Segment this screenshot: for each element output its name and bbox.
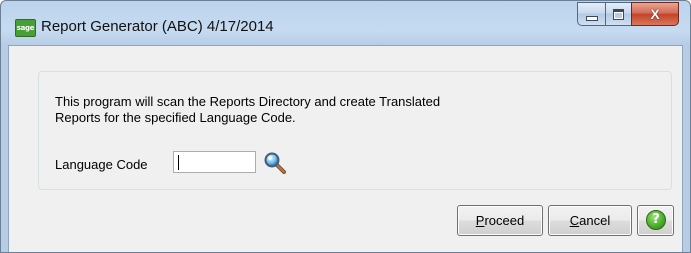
help-button[interactable]: ? bbox=[637, 205, 674, 236]
proceed-button[interactable]: Proceed bbox=[457, 205, 543, 236]
description-line-2: Reports for the specified Language Code. bbox=[55, 110, 296, 125]
magnifier-icon bbox=[264, 152, 286, 174]
language-code-input[interactable] bbox=[173, 151, 256, 173]
sage-app-icon: sage bbox=[15, 19, 36, 37]
proceed-label: roceed bbox=[484, 213, 525, 228]
button-bar: Proceed Cancel ? bbox=[457, 205, 674, 236]
description-line-1: This program will scan the Reports Direc… bbox=[55, 94, 441, 109]
lookup-button[interactable] bbox=[263, 151, 287, 175]
options-group: This program will scan the Reports Direc… bbox=[38, 71, 672, 190]
dialog-body: This program will scan the Reports Direc… bbox=[8, 45, 683, 252]
close-button[interactable]: X bbox=[631, 2, 679, 26]
cancel-accelerator: C bbox=[569, 213, 580, 228]
language-code-label: Language Code bbox=[55, 157, 148, 172]
description-text: This program will scan the Reports Direc… bbox=[55, 94, 440, 126]
cancel-label: ancel bbox=[579, 213, 611, 228]
maximize-button[interactable] bbox=[605, 2, 631, 26]
minimize-icon bbox=[586, 16, 598, 21]
dialog-window: sage Report Generator (ABC) 4/17/2014 X … bbox=[0, 0, 691, 253]
close-icon: X bbox=[650, 6, 660, 22]
caption-buttons: X bbox=[577, 2, 679, 26]
help-icon: ? bbox=[646, 210, 666, 230]
minimize-button[interactable] bbox=[577, 2, 605, 26]
maximize-icon bbox=[613, 9, 624, 20]
window-title: Report Generator (ABC) 4/17/2014 bbox=[41, 18, 274, 35]
cancel-button[interactable]: Cancel bbox=[548, 205, 632, 236]
text-caret bbox=[178, 155, 179, 170]
title-bar[interactable]: sage Report Generator (ABC) 4/17/2014 X bbox=[1, 1, 690, 45]
